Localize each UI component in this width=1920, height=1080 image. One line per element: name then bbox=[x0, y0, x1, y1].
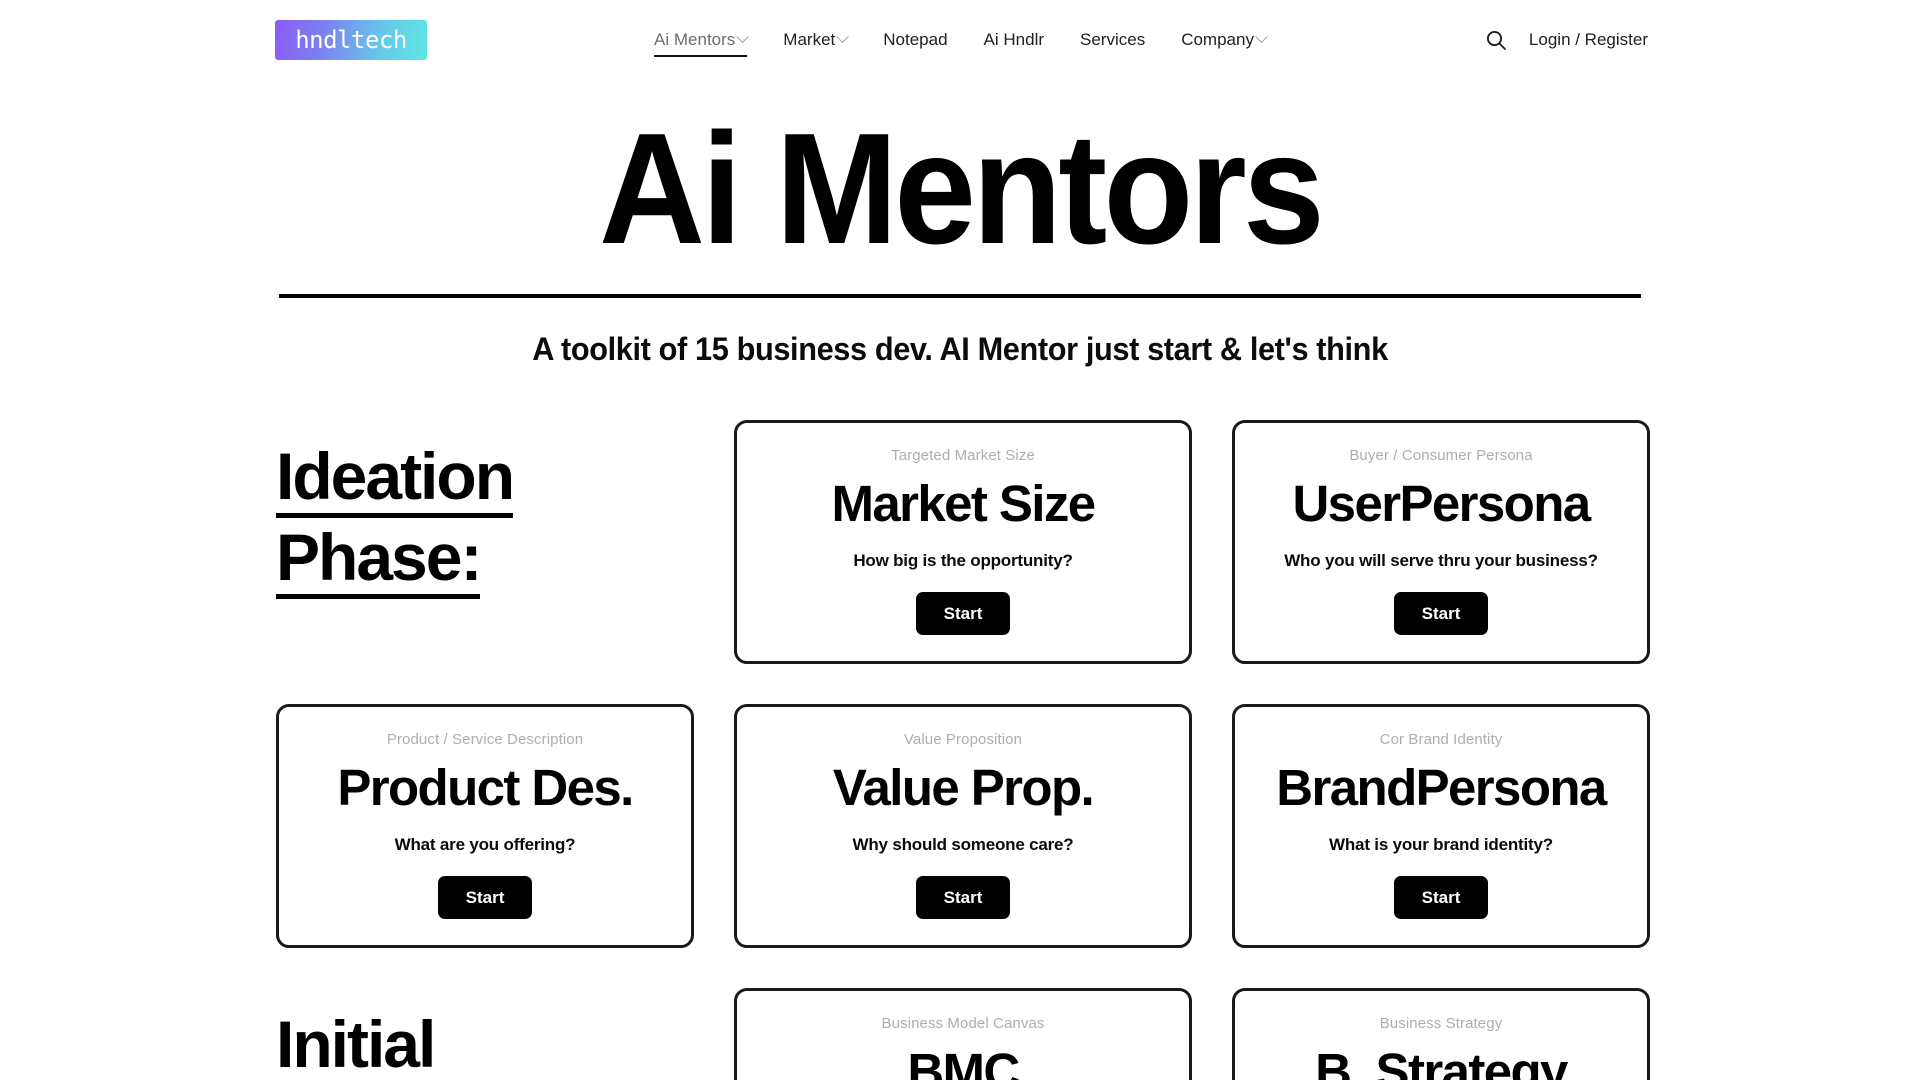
card-eyebrow: Product / Service Description bbox=[386, 731, 584, 749]
chevron-down-icon bbox=[836, 30, 850, 44]
section-heading-initial: Initial bbox=[276, 988, 694, 1080]
mentor-card-user-persona[interactable]: Buyer / Consumer Persona UserPersona Who… bbox=[1232, 420, 1650, 665]
start-button[interactable]: Start bbox=[1393, 876, 1489, 920]
nav-label: Services bbox=[1080, 29, 1146, 49]
card-slot: Business Model Canvas BMC Start bbox=[734, 988, 1192, 1080]
nav-item-notepad[interactable]: Notepad bbox=[865, 0, 965, 79]
card-eyebrow: Cor Brand Identity bbox=[1379, 731, 1503, 749]
mentor-card-business-strategy[interactable]: Business Strategy B. Strategy Start bbox=[1232, 988, 1650, 1080]
card-question: What is your brand identity? bbox=[1329, 835, 1553, 855]
section-heading-line: Phase: bbox=[276, 522, 482, 600]
nav-label: Market bbox=[783, 29, 836, 49]
card-title: UserPersona bbox=[1292, 475, 1591, 533]
card-slot: Product / Service Description Product De… bbox=[276, 704, 694, 949]
hero-section: Ai Mentors A toolkit of 15 business dev.… bbox=[0, 79, 1920, 368]
mentor-card-value-proposition[interactable]: Value Proposition Value Prop. Why should… bbox=[734, 704, 1192, 949]
mentor-card-market-size[interactable]: Targeted Market Size Market Size How big… bbox=[734, 420, 1192, 665]
chevron-down-icon bbox=[736, 30, 750, 44]
card-question: Why should someone care? bbox=[852, 835, 1074, 855]
card-slot: Business Strategy B. Strategy Start bbox=[1232, 988, 1650, 1080]
card-slot: Targeted Market Size Market Size How big… bbox=[734, 420, 1192, 665]
card-question: How big is the opportunity? bbox=[853, 551, 1073, 571]
active-nav-underline bbox=[654, 55, 748, 57]
nav-label: Company bbox=[1181, 29, 1254, 49]
nav-item-market[interactable]: Market bbox=[765, 0, 865, 79]
card-title: BMC bbox=[907, 1043, 1020, 1080]
nav-item-services[interactable]: Services bbox=[1062, 0, 1163, 79]
chevron-down-icon bbox=[1255, 30, 1268, 44]
card-slot: Buyer / Consumer Persona UserPersona Who… bbox=[1232, 420, 1650, 665]
card-eyebrow: Business Strategy bbox=[1379, 1015, 1503, 1033]
nav-item-ai-mentors[interactable]: Ai Mentors bbox=[636, 0, 765, 79]
start-button[interactable]: Start bbox=[915, 876, 1011, 920]
hero-subtitle: A toolkit of 15 business dev. AI Mentor … bbox=[532, 331, 1388, 368]
card-question: What are you offering? bbox=[394, 835, 576, 855]
nav-label: Ai Mentors bbox=[654, 29, 736, 49]
page-title: Ai Mentors bbox=[598, 101, 1325, 277]
mentor-card-brand-persona[interactable]: Cor Brand Identity BrandPersona What is … bbox=[1232, 704, 1650, 949]
section-heading-line: Initial bbox=[276, 1009, 436, 1080]
card-title: BrandPersona bbox=[1276, 759, 1607, 817]
mentor-card-bmc[interactable]: Business Model Canvas BMC Start bbox=[734, 988, 1192, 1080]
brand-logo-text: hndltech bbox=[295, 25, 407, 54]
nav-item-company[interactable]: Company bbox=[1163, 0, 1284, 79]
start-button[interactable]: Start bbox=[437, 876, 533, 920]
search-icon[interactable] bbox=[1484, 28, 1508, 52]
card-question: Who you will serve thru your business? bbox=[1284, 551, 1598, 571]
section-heading-text: Ideation Phase: bbox=[276, 420, 515, 604]
card-title: Value Prop. bbox=[832, 759, 1095, 817]
mentor-card-product-description[interactable]: Product / Service Description Product De… bbox=[276, 704, 694, 949]
start-button[interactable]: Start bbox=[1393, 592, 1489, 636]
card-eyebrow: Targeted Market Size bbox=[891, 447, 1035, 465]
login-register-link[interactable]: Login / Register bbox=[1529, 30, 1648, 50]
card-eyebrow: Business Model Canvas bbox=[881, 1015, 1045, 1033]
nav-label: Ai Hndlr bbox=[983, 29, 1045, 49]
card-slot: Cor Brand Identity BrandPersona What is … bbox=[1232, 704, 1650, 949]
hero-divider bbox=[279, 294, 1641, 299]
card-slot: Value Proposition Value Prop. Why should… bbox=[734, 704, 1192, 949]
section-heading-text: Initial bbox=[276, 988, 436, 1080]
section-heading-ideation: Ideation Phase: bbox=[276, 420, 694, 604]
card-title: Product Des. bbox=[337, 759, 634, 817]
card-title: B. Strategy bbox=[1315, 1043, 1568, 1080]
main-navigation: Ai Mentors Market Notepad Ai Hndlr Servi… bbox=[636, 0, 1284, 79]
header-actions: Login / Register bbox=[1484, 28, 1648, 52]
site-header: hndltech Ai Mentors Market Notepad Ai Hn… bbox=[0, 0, 1920, 79]
section-heading-line: Ideation bbox=[276, 441, 515, 519]
card-eyebrow: Buyer / Consumer Persona bbox=[1349, 447, 1533, 465]
card-eyebrow: Value Proposition bbox=[903, 731, 1023, 749]
card-title: Market Size bbox=[831, 475, 1096, 533]
mentor-grid: Ideation Phase: Targeted Market Size Mar… bbox=[276, 420, 1650, 1080]
nav-item-ai-hndlr[interactable]: Ai Hndlr bbox=[966, 0, 1062, 79]
nav-label: Notepad bbox=[883, 29, 948, 49]
brand-logo[interactable]: hndltech bbox=[275, 19, 427, 60]
start-button[interactable]: Start bbox=[915, 592, 1011, 636]
